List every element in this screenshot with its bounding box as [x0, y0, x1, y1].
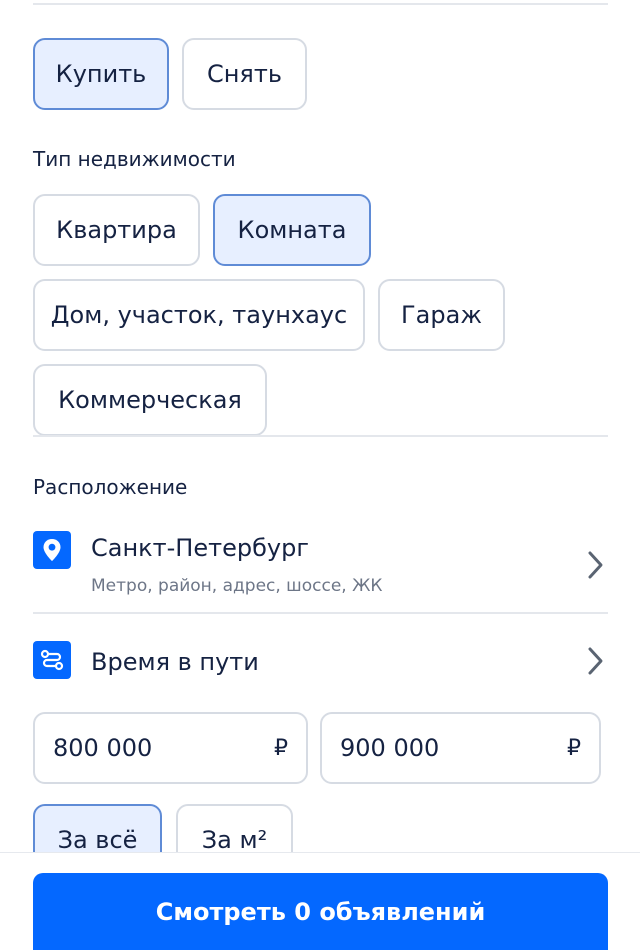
- location-title: Расположение: [33, 475, 188, 499]
- bottom-bar: Смотреть 0 объявлений: [0, 852, 640, 950]
- location-divider: [33, 612, 608, 614]
- property-type-room-chip[interactable]: Комната: [213, 194, 371, 266]
- property-type-garage-chip[interactable]: Гараж: [378, 279, 505, 351]
- location-hint: Метро, район, адрес, шоссе, ЖК: [91, 576, 383, 596]
- price-to-value: 900 000: [340, 734, 440, 762]
- route-icon: [33, 641, 71, 679]
- property-type-garage-label: Гараж: [401, 301, 482, 329]
- property-type-title: Тип недвижимости: [33, 147, 236, 171]
- location-chevron-right-icon: [588, 551, 603, 579]
- price-from-value: 800 000: [53, 734, 153, 762]
- price-total-label: За всё: [57, 826, 138, 854]
- price-to-currency: ₽: [567, 736, 581, 761]
- property-type-commercial-chip[interactable]: Коммерческая: [33, 364, 267, 436]
- rent-chip-label: Снять: [206, 60, 282, 88]
- property-type-house-label: Дом, участок, таунхаус: [50, 301, 348, 329]
- show-listings-label: Смотреть 0 объявлений: [155, 898, 486, 926]
- show-listings-button[interactable]: Смотреть 0 объявлений: [33, 873, 608, 950]
- property-type-apartment-chip[interactable]: Квартира: [33, 194, 200, 266]
- property-type-apartment-label: Квартира: [56, 216, 177, 244]
- location-row[interactable]: Санкт-Петербург Метро, район, адрес, шос…: [0, 520, 640, 612]
- price-from-currency: ₽: [274, 736, 288, 761]
- top-divider: [33, 3, 608, 5]
- property-type-room-label: Комната: [237, 216, 347, 244]
- buy-chip-label: Купить: [55, 60, 147, 88]
- property-type-divider: [33, 435, 608, 437]
- price-per-sqm-label: За м²: [201, 826, 268, 854]
- price-from-input[interactable]: 800 000 ₽: [33, 712, 308, 784]
- property-type-commercial-label: Коммерческая: [58, 386, 242, 414]
- location-pin-icon: [33, 531, 71, 569]
- filters-screen: Купить Снять Тип недвижимости Квартира К…: [0, 0, 640, 950]
- buy-chip[interactable]: Купить: [33, 38, 169, 110]
- travel-time-row[interactable]: Время в пути: [0, 630, 640, 690]
- travel-time-chevron-right-icon: [588, 647, 603, 675]
- rent-chip[interactable]: Снять: [182, 38, 307, 110]
- travel-time-label: Время в пути: [91, 648, 259, 676]
- property-type-house-chip[interactable]: Дом, участок, таунхаус: [33, 279, 365, 351]
- price-to-input[interactable]: 900 000 ₽: [320, 712, 601, 784]
- location-city: Санкт-Петербург: [91, 534, 309, 562]
